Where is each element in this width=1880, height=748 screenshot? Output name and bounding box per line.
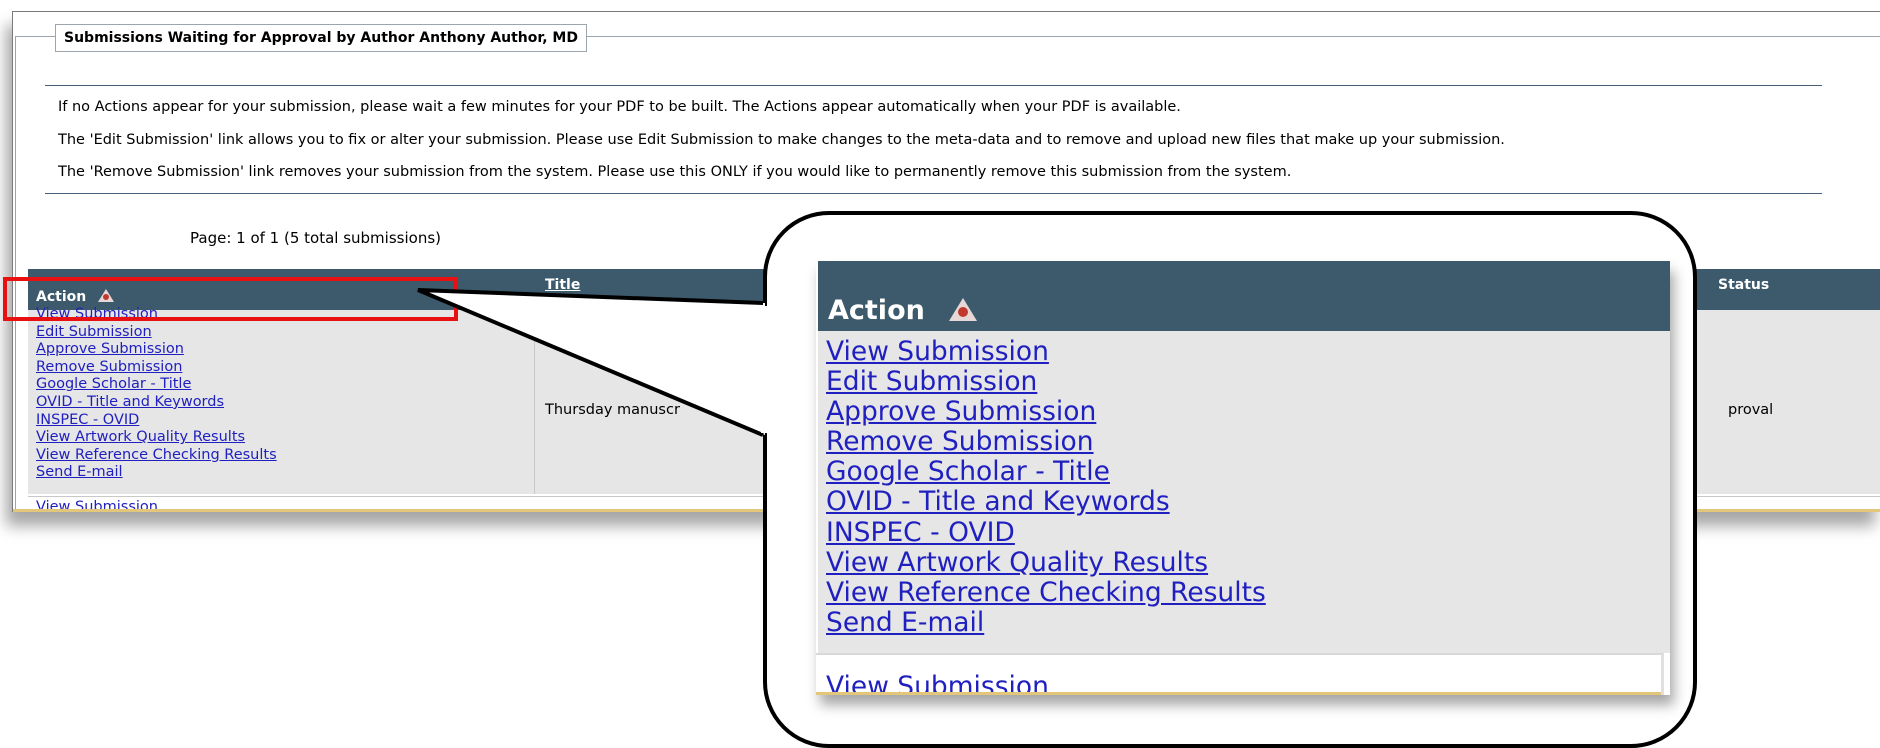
bottom-border <box>816 692 1661 695</box>
edit-submission-link[interactable]: Edit Submission <box>826 366 1266 397</box>
magnified-action-links: View Submission Edit Submission Approve … <box>826 336 1266 638</box>
view-artwork-quality-link[interactable]: View Artwork Quality Results <box>826 547 1266 578</box>
magnified-header: Action <box>818 261 1670 331</box>
ovid-title-keywords-link[interactable]: OVID - Title and Keywords <box>826 487 1266 517</box>
remove-submission-link[interactable]: Remove Submission <box>826 427 1266 457</box>
approve-submission-link[interactable]: Approve Submission <box>826 397 1266 427</box>
google-scholar-title-link[interactable]: Google Scholar - Title <box>826 457 1266 487</box>
warning-triangle-icon <box>948 298 977 321</box>
magnified-header-label: Action <box>828 295 925 326</box>
magnified-next-row: View Submission <box>816 653 1664 695</box>
magnified-row: View Submission Edit Submission Approve … <box>818 331 1670 653</box>
view-reference-checking-link[interactable]: View Reference Checking Results <box>826 577 1266 608</box>
inspec-ovid-link[interactable]: INSPEC - OVID <box>826 517 1266 548</box>
send-email-link[interactable]: Send E-mail <box>826 607 1266 638</box>
view-submission-link[interactable]: View Submission <box>826 336 1266 367</box>
magnified-action-column: Action View Submission Edit Submission A… <box>816 261 1670 695</box>
